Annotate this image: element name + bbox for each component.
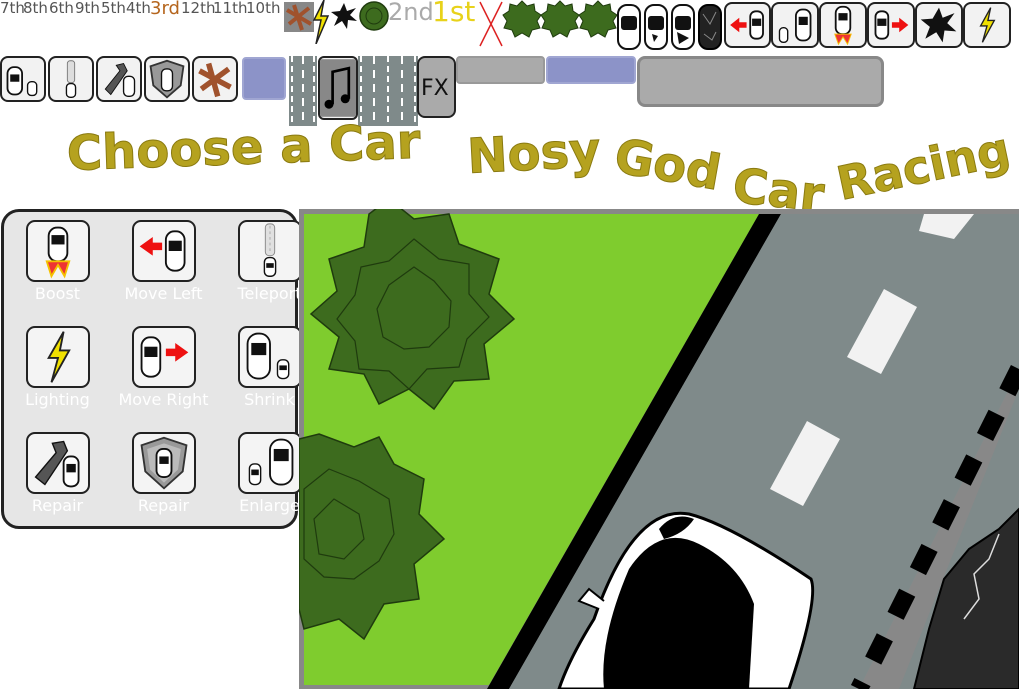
powerup-panel: Boost Move Left Teleport Lighting Move R…: [1, 209, 302, 529]
wide-panel-button[interactable]: [637, 56, 884, 107]
tree-icon-1: [502, 0, 542, 38]
power-label-repair-1: Repair: [31, 496, 84, 515]
fx-button-label: FX: [421, 76, 449, 101]
explosion-icon: [330, 2, 358, 30]
explosion-tile[interactable]: [915, 2, 963, 48]
choose-car-title: Choose a Car: [65, 113, 422, 182]
power-move-right[interactable]: Move Right: [110, 318, 210, 422]
small-tree-icon: [358, 0, 390, 32]
shield-icon: [132, 432, 196, 494]
rank-10th: 10th: [246, 0, 281, 17]
car-sprite-damaged-1: [644, 4, 668, 50]
teleport-icon: [238, 220, 302, 282]
music-toggle-button[interactable]: [318, 56, 358, 120]
power-repair-wrench[interactable]: Repair: [4, 424, 104, 528]
teleport-tile[interactable]: [48, 56, 94, 102]
lightning-tile[interactable]: [963, 2, 1011, 48]
power-label-move-left: Move Left: [124, 284, 203, 303]
shrink-icon: [238, 326, 302, 388]
title-word-racing: Racing: [831, 121, 1015, 211]
boost-car-icon: [26, 220, 90, 282]
lightning-bolt-icon: [312, 0, 330, 44]
power-label-repair-2: Repair: [137, 496, 190, 515]
repair-wrench-tile[interactable]: [96, 56, 142, 102]
road-segment-1: [289, 56, 317, 126]
power-boost[interactable]: Boost: [4, 212, 104, 316]
rank-9th: 9th: [75, 0, 100, 17]
title-word-nosy: Nosy: [465, 122, 602, 186]
tree-icon-2: [540, 0, 580, 38]
progress-bar-gray: [456, 56, 545, 84]
rank-3rd: 3rd: [150, 0, 180, 19]
move-left-tile[interactable]: [724, 2, 771, 48]
cross-mark-icon: [478, 0, 504, 48]
shrink-tile[interactable]: [771, 2, 819, 48]
enlarge-tile[interactable]: [0, 56, 46, 102]
rank-6th: 6th: [49, 0, 74, 17]
move-right-icon: [132, 326, 196, 388]
shield-tile[interactable]: [144, 56, 190, 102]
rank-7th: 7th: [0, 0, 25, 17]
rank-2nd: 2nd: [388, 0, 434, 26]
rank-4th: 4th: [126, 0, 151, 17]
car-sprite-1: [617, 4, 641, 50]
color-swatch-blue[interactable]: [242, 57, 286, 100]
title-word-god: God: [610, 127, 726, 202]
car-sprite-damaged-2: [671, 4, 695, 50]
rank-5th: 5th: [101, 0, 126, 17]
tree-icon-3: [578, 0, 618, 38]
rank-11th: 11th: [213, 0, 248, 17]
move-left-icon: [132, 220, 196, 282]
car-sprite-wrecked: [698, 4, 722, 50]
race-track-view[interactable]: [299, 209, 1019, 689]
oil-slick-tile[interactable]: [192, 56, 238, 102]
wrench-icon: [26, 432, 90, 494]
power-label-lighting: Lighting: [25, 390, 90, 409]
fx-toggle-button[interactable]: FX: [417, 56, 456, 118]
boost-tile[interactable]: [819, 2, 867, 48]
power-repair-shield[interactable]: Repair: [110, 424, 210, 528]
enlarge-icon: [238, 432, 302, 494]
oil-spill-icon: [284, 2, 314, 32]
rank-12th: 12th: [181, 0, 216, 17]
power-lighting[interactable]: Lighting: [4, 318, 104, 422]
power-label-move-right: Move Right: [118, 390, 209, 409]
progress-bar-blue: [546, 56, 636, 84]
lightning-icon: [26, 326, 90, 388]
power-label-boost: Boost: [34, 284, 81, 303]
rank-8th: 8th: [23, 0, 48, 17]
power-move-left[interactable]: Move Left: [110, 212, 210, 316]
rank-1st: 1st: [432, 0, 476, 28]
move-right-tile[interactable]: [867, 2, 915, 48]
